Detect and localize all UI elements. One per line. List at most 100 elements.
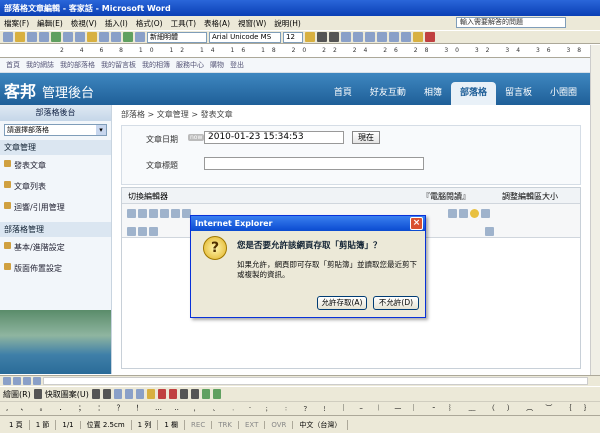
resize-editor-link[interactable]: 調整編輯區大小 bbox=[502, 191, 558, 202]
save-icon[interactable] bbox=[27, 32, 37, 42]
tab-home[interactable]: 首頁 bbox=[325, 82, 361, 105]
topnav-home[interactable]: 首頁 bbox=[6, 60, 20, 70]
font-select[interactable]: 新細明體 bbox=[147, 31, 207, 43]
horizontal-ruler[interactable]: 2 4 6 8 10 12 14 16 18 20 22 24 26 28 30… bbox=[0, 45, 600, 58]
tab-album[interactable]: 相簿 bbox=[415, 82, 451, 105]
spellcheck-icon[interactable] bbox=[51, 32, 61, 42]
normal-view-icon[interactable] bbox=[3, 377, 11, 385]
switch-editor-tab[interactable]: 切換編輯器 bbox=[128, 191, 168, 202]
paste-icon[interactable] bbox=[87, 32, 97, 42]
line-style-icon[interactable] bbox=[179, 389, 188, 399]
new-icon[interactable] bbox=[3, 32, 13, 42]
font-alt-select[interactable]: Arial Unicode MS bbox=[209, 31, 281, 43]
redo-icon[interactable] bbox=[111, 32, 121, 42]
menu-help[interactable]: 說明(H) bbox=[270, 18, 305, 29]
open-icon[interactable] bbox=[15, 32, 25, 42]
table-icon[interactable] bbox=[123, 32, 133, 42]
smiley-icon[interactable] bbox=[470, 209, 480, 218]
sidebar-item-comments[interactable]: 迴響/引用管理 bbox=[0, 197, 111, 218]
refresh-icon[interactable] bbox=[149, 227, 158, 236]
status-ext[interactable]: EXT bbox=[239, 420, 266, 429]
status-trk[interactable]: TRK bbox=[212, 420, 239, 429]
table-icon[interactable] bbox=[127, 227, 136, 236]
help-search-input[interactable]: 輸入需要解答的問題 bbox=[456, 17, 566, 28]
line-icon[interactable] bbox=[91, 389, 100, 399]
copy-icon[interactable] bbox=[75, 32, 85, 42]
link-icon[interactable] bbox=[448, 209, 458, 218]
bullets-icon[interactable] bbox=[401, 32, 411, 42]
italic-icon[interactable] bbox=[317, 32, 327, 42]
tab-guestbook[interactable]: 留言板 bbox=[496, 82, 541, 105]
page-break-icon[interactable] bbox=[485, 227, 495, 236]
textbox-icon[interactable] bbox=[135, 389, 144, 399]
symbol-toolbar[interactable]: , 、 。 ． ； ： ？ ！ … ‥ ﹐ ﹑ ﹒ · ﹔ ﹕ ﹖ ﹗ ｜ – … bbox=[0, 401, 600, 415]
computer-read-tab[interactable]: 『電腦閱讀』 bbox=[422, 191, 470, 202]
font-color-icon[interactable] bbox=[425, 32, 435, 42]
justify-icon[interactable] bbox=[377, 32, 387, 42]
menu-edit[interactable]: 編輯(E) bbox=[33, 18, 67, 29]
align-left-icon[interactable] bbox=[341, 32, 351, 42]
rectangle-icon[interactable] bbox=[113, 389, 122, 399]
topnav-myblog[interactable]: 我的部落格 bbox=[60, 60, 95, 70]
topnav-album[interactable]: 我的相簿 bbox=[142, 60, 170, 70]
menu-format[interactable]: 格式(O) bbox=[132, 18, 167, 29]
sidebar-item-list[interactable]: 文章列表 bbox=[0, 176, 111, 197]
3d-icon[interactable] bbox=[212, 389, 221, 399]
topnav-logout[interactable]: 登出 bbox=[230, 60, 244, 70]
fill-color-icon[interactable] bbox=[146, 389, 155, 399]
draw-menu[interactable]: 繪圖(R) bbox=[3, 389, 31, 400]
copy-icon[interactable] bbox=[149, 209, 158, 218]
shadow-icon[interactable] bbox=[201, 389, 210, 399]
menu-file[interactable]: 檔案(F) bbox=[0, 18, 33, 29]
highlight-icon[interactable] bbox=[413, 32, 423, 42]
web-view-icon[interactable] bbox=[13, 377, 21, 385]
cut-icon[interactable] bbox=[138, 209, 147, 218]
paste-text-icon[interactable] bbox=[138, 227, 147, 236]
line-color-icon[interactable] bbox=[157, 389, 166, 399]
deny-button[interactable]: 不允許(D) bbox=[373, 296, 419, 310]
cut-icon[interactable] bbox=[63, 32, 73, 42]
blog-select[interactable]: 請選擇部落格 ▾ bbox=[4, 124, 107, 136]
topnav-service[interactable]: 服務中心 bbox=[176, 60, 204, 70]
topnav-shop[interactable]: 購物 bbox=[210, 60, 224, 70]
autoshape-menu[interactable]: 快取圖案(U) bbox=[45, 389, 89, 400]
allow-button[interactable]: 允許存取(A) bbox=[317, 296, 367, 310]
topnav-guestbook[interactable]: 我的留言板 bbox=[101, 60, 136, 70]
outline-view-icon[interactable] bbox=[33, 377, 41, 385]
menu-window[interactable]: 視窗(W) bbox=[234, 18, 270, 29]
paste-icon[interactable] bbox=[160, 209, 169, 218]
now-button[interactable]: 現在 bbox=[352, 131, 380, 144]
numbering-icon[interactable] bbox=[389, 32, 399, 42]
vertical-scrollbar[interactable] bbox=[590, 45, 600, 375]
undo-icon[interactable] bbox=[171, 209, 180, 218]
tab-blog[interactable]: 部落格 bbox=[450, 82, 496, 105]
oval-icon[interactable] bbox=[124, 389, 133, 399]
topnav-blog[interactable]: 我的網誌 bbox=[26, 60, 54, 70]
menu-table[interactable]: 表格(A) bbox=[200, 18, 234, 29]
horizontal-rule-icon[interactable] bbox=[459, 209, 469, 218]
arrow-icon[interactable] bbox=[102, 389, 111, 399]
document-area[interactable]: 首頁 我的網誌 我的部落格 我的留言板 我的相簿 服務中心 購物 登出 客邦 管理… bbox=[0, 58, 590, 374]
menu-insert[interactable]: 插入(I) bbox=[101, 18, 132, 29]
status-ovr[interactable]: OVR bbox=[265, 420, 294, 429]
text-color-icon[interactable] bbox=[168, 389, 177, 399]
date-input[interactable]: 2010-01-23 15:34:53 bbox=[204, 131, 344, 144]
font-size-select[interactable]: 12 bbox=[283, 31, 303, 43]
print-view-icon[interactable] bbox=[23, 377, 31, 385]
sidebar-item-layout[interactable]: 版面佈置設定 bbox=[0, 258, 111, 279]
underline-icon[interactable] bbox=[329, 32, 339, 42]
select-pointer-icon[interactable] bbox=[33, 389, 42, 399]
tab-friends[interactable]: 好友互動 bbox=[361, 82, 415, 105]
print-icon[interactable] bbox=[39, 32, 49, 42]
undo-icon[interactable] bbox=[99, 32, 109, 42]
align-right-icon[interactable] bbox=[365, 32, 375, 42]
title-input[interactable] bbox=[204, 157, 424, 170]
status-rec[interactable]: REC bbox=[185, 420, 213, 429]
dash-style-icon[interactable] bbox=[190, 389, 199, 399]
html-icon[interactable] bbox=[127, 209, 136, 218]
horizontal-scrollbar[interactable] bbox=[43, 377, 588, 385]
align-center-icon[interactable] bbox=[353, 32, 363, 42]
image-icon[interactable] bbox=[481, 209, 491, 218]
site-logo[interactable]: 客邦 管理後台 bbox=[4, 78, 94, 102]
menu-tools[interactable]: 工具(T) bbox=[167, 18, 200, 29]
